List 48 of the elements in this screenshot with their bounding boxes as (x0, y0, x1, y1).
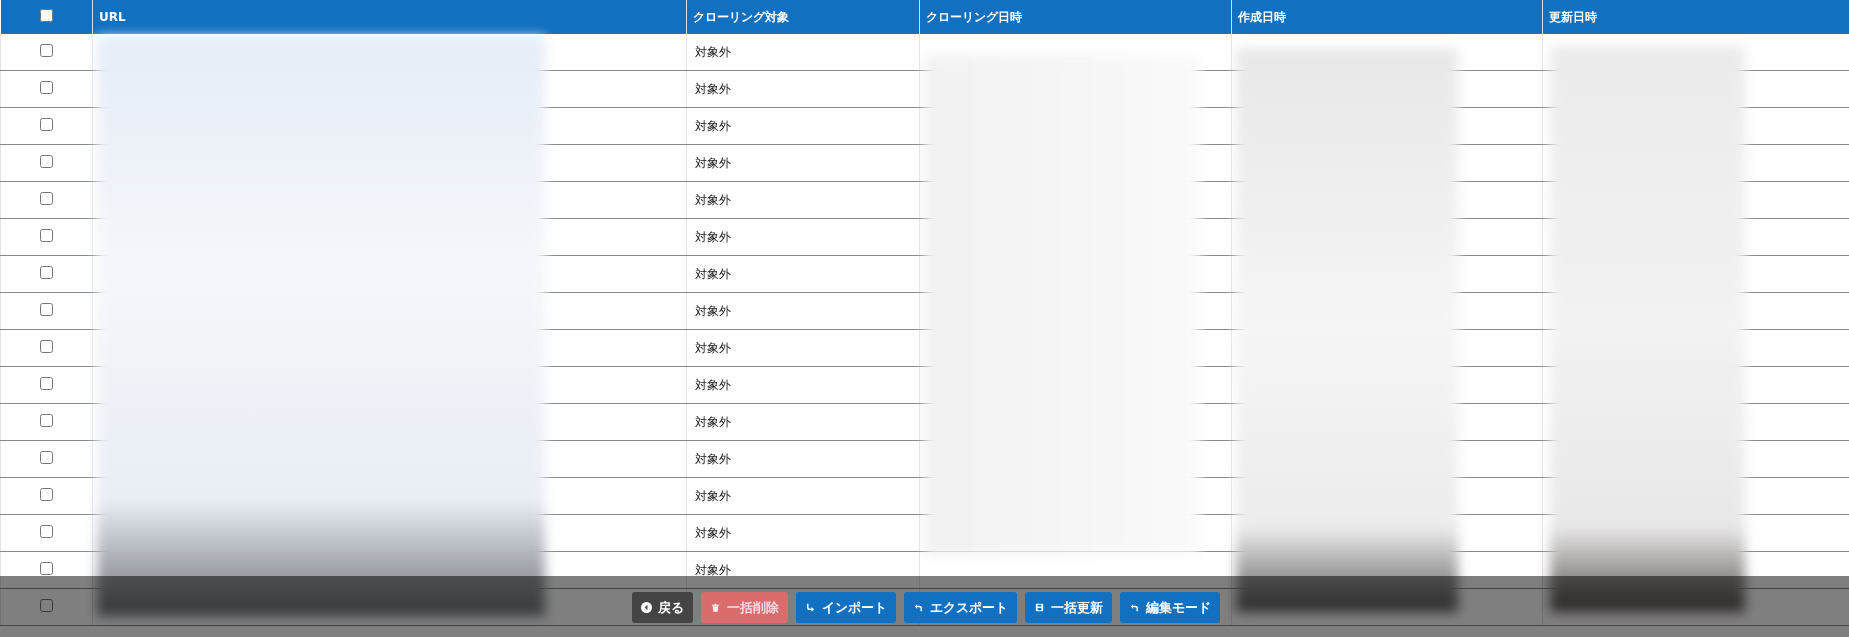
row-checkbox[interactable] (40, 488, 53, 501)
toolbar-button[interactable]: 編集モード (1119, 592, 1220, 623)
row-checkbox[interactable] (40, 599, 53, 612)
table-cell: 対象外 (695, 44, 731, 59)
table-cell: 対象外 (695, 229, 731, 244)
row-checkbox[interactable] (40, 155, 53, 168)
row-checkbox[interactable] (40, 266, 53, 279)
table-cell: 対象外 (695, 303, 731, 318)
undo-arrow-icon (912, 602, 924, 613)
row-checkbox[interactable] (40, 44, 53, 57)
row-checkbox[interactable] (40, 414, 53, 427)
row-checkbox[interactable] (40, 192, 53, 205)
table-cell: 対象外 (695, 451, 731, 466)
table-cell: 対象外 (695, 192, 731, 207)
row-checkbox[interactable] (40, 451, 53, 464)
table-cell: 対象外 (695, 488, 731, 503)
toolbar-button[interactable]: 一括更新 (1024, 592, 1112, 623)
row-checkbox[interactable] (40, 81, 53, 94)
table-cell: 対象外 (695, 266, 731, 281)
trash-icon (709, 602, 721, 613)
curved-arrow-icon (804, 602, 816, 613)
column-header: URL (92, 0, 687, 34)
undo-arrow-icon (1128, 602, 1140, 613)
toolbar-button[interactable]: エクスポート (903, 592, 1017, 623)
select-all-checkbox[interactable] (39, 9, 53, 22)
row-checkbox[interactable] (40, 229, 53, 242)
column-header: クローリング日時 (919, 0, 1232, 34)
column-header: クローリング対象 (686, 0, 920, 34)
row-checkbox[interactable] (40, 118, 53, 131)
row-checkbox[interactable] (40, 340, 53, 353)
row-checkbox[interactable] (40, 303, 53, 316)
table-cell: 対象外 (695, 562, 731, 577)
table-cell: 対象外 (695, 340, 731, 355)
table-cell: 対象外 (695, 155, 731, 170)
column-header: 作成日時 (1231, 0, 1543, 34)
table-cell: 対象外 (695, 525, 731, 540)
table-cell: 対象外 (695, 118, 731, 133)
table-cell: 対象外 (695, 81, 731, 96)
toolbar-button[interactable]: 戻る (631, 592, 693, 623)
column-header: 更新日時 (1542, 0, 1849, 34)
table-cell: 対象外 (695, 414, 731, 429)
table-cell: 対象外 (695, 377, 731, 392)
back-icon (640, 602, 652, 613)
toolbar-button[interactable]: インポート (795, 592, 896, 623)
row-checkbox[interactable] (40, 562, 53, 575)
save-icon (1033, 602, 1045, 613)
row-checkbox[interactable] (40, 525, 53, 538)
row-checkbox[interactable] (40, 377, 53, 390)
